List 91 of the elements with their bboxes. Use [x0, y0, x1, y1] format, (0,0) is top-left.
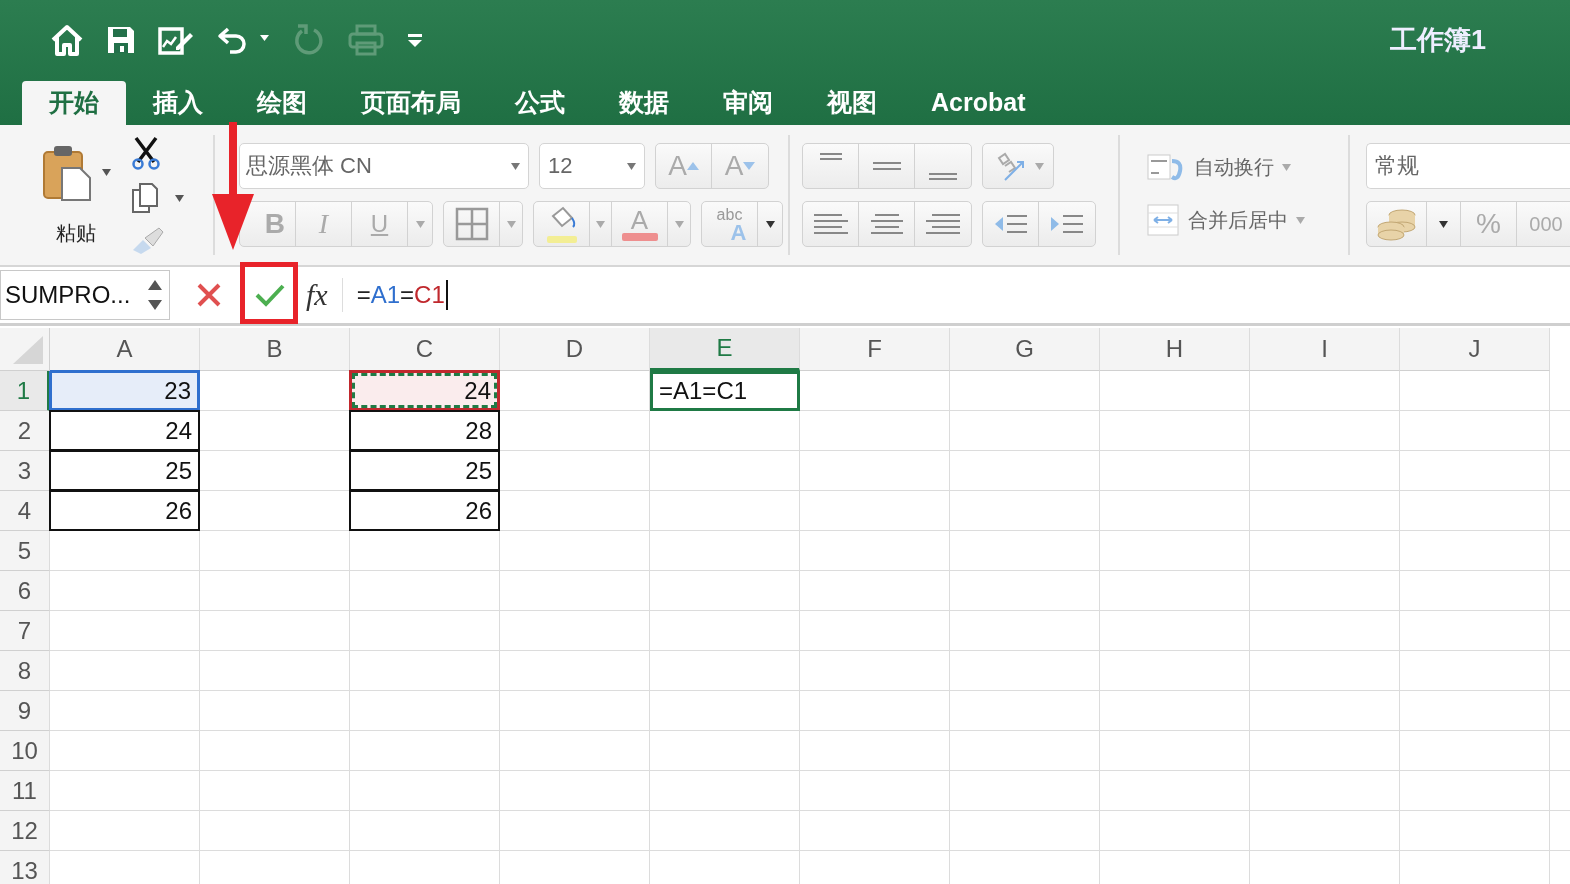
lines-icon	[872, 162, 901, 170]
table-cell[interactable]: 25	[349, 450, 500, 491]
dropdown-arrow-icon[interactable]	[174, 194, 184, 202]
customize-toolbar-icon[interactable]	[406, 32, 424, 48]
table-cell[interactable]: 26	[49, 490, 200, 531]
ribbon-tab[interactable]: 页面布局	[334, 81, 488, 125]
confirm-check-icon[interactable]	[254, 282, 286, 308]
edit-document-icon[interactable]	[158, 25, 194, 55]
up-triangle-icon	[686, 162, 699, 170]
color-bar-icon	[621, 233, 658, 241]
ribbon-tab[interactable]: 开始	[22, 81, 126, 125]
save-icon[interactable]	[106, 25, 136, 55]
ribbon-tab[interactable]: 审阅	[696, 81, 800, 125]
home-icon[interactable]	[50, 24, 84, 56]
column-header[interactable]: I	[1250, 328, 1400, 371]
workbook-title: 工作簿1	[1389, 24, 1486, 57]
row-header[interactable]: 6	[0, 571, 50, 611]
row-header[interactable]: 7	[0, 611, 50, 651]
wrap-text-button[interactable]: 自动换行	[1146, 153, 1334, 181]
caret-icon	[596, 220, 605, 228]
lines-icon	[926, 214, 960, 234]
column-header[interactable]: E	[650, 328, 800, 371]
lines-icon	[929, 172, 957, 180]
column-header[interactable]: A	[50, 328, 200, 371]
ribbon-tab[interactable]: Acrobat	[904, 81, 1053, 125]
table-cell[interactable]: 28	[349, 410, 500, 451]
column-header[interactable]: J	[1400, 328, 1550, 371]
dropdown-arrow-icon[interactable]	[511, 162, 520, 170]
caret-icon	[765, 220, 775, 228]
number-format-dropdown[interactable]: 常规	[1366, 143, 1570, 189]
table-cell[interactable]: 25	[49, 450, 200, 491]
undo-icon[interactable]	[216, 25, 270, 55]
row-header[interactable]: 9	[0, 691, 50, 731]
formula-input[interactable]: =A1=C1	[356, 280, 448, 310]
highlight-box	[240, 262, 298, 324]
cancel-icon[interactable]	[196, 282, 222, 308]
caret-icon	[506, 220, 516, 228]
scissors-icon[interactable]	[130, 136, 161, 170]
table-cell[interactable]: 23	[49, 370, 200, 411]
merge-center-button[interactable]: 合并后居中	[1146, 203, 1334, 237]
dropdown-arrow-icon[interactable]	[627, 162, 636, 170]
name-box[interactable]: SUMPRO...	[0, 270, 170, 320]
table-cell[interactable]: 26	[349, 490, 500, 531]
column-header[interactable]: C	[350, 328, 500, 371]
lines-icon	[813, 214, 848, 234]
font-size-dropdown[interactable]: 12	[539, 143, 645, 189]
merge-cells-icon	[1146, 203, 1180, 237]
dropdown-arrow-icon[interactable]	[101, 169, 111, 176]
table-cell[interactable]: 24	[349, 370, 500, 411]
text-cursor	[445, 280, 448, 310]
caret-icon	[674, 220, 684, 228]
ribbon-tab[interactable]: 视图	[800, 81, 904, 125]
column-header[interactable]: D	[500, 328, 650, 371]
indent-icon	[1049, 213, 1085, 235]
column-header[interactable]: B	[200, 328, 350, 371]
caret-icon	[1034, 162, 1044, 170]
active-cell[interactable]: =A1=C1	[650, 371, 800, 411]
copy-icon[interactable]	[130, 182, 159, 214]
paint-bucket-icon	[544, 204, 579, 244]
caret-icon	[1296, 216, 1305, 224]
paste-icon[interactable]	[41, 143, 92, 202]
caret-icon	[1439, 220, 1448, 228]
table-cell[interactable]: 24	[49, 410, 200, 451]
row-header[interactable]: 1	[0, 371, 50, 411]
paste-label: 粘贴	[56, 220, 96, 246]
row-header[interactable]: 13	[0, 851, 50, 884]
insert-function-button[interactable]: fx	[306, 278, 343, 312]
row-header[interactable]: 2	[0, 411, 50, 451]
row-header[interactable]: 12	[0, 811, 50, 851]
column-header[interactable]: F	[800, 328, 950, 371]
stepper-arrows-icon[interactable]	[147, 278, 163, 312]
row-header[interactable]: 8	[0, 651, 50, 691]
column-header[interactable]: G	[950, 328, 1100, 371]
caret-icon	[415, 220, 425, 228]
ribbon-tab[interactable]: 绘图	[230, 81, 334, 125]
coins-icon	[1375, 207, 1418, 241]
font-name-dropdown[interactable]: 思源黑体 CN	[239, 143, 529, 189]
row-header[interactable]: 5	[0, 531, 50, 571]
row-header[interactable]: 10	[0, 731, 50, 771]
ribbon-tab[interactable]: 数据	[592, 81, 696, 125]
caret-icon	[1282, 163, 1291, 171]
row-header[interactable]: 3	[0, 451, 50, 491]
row-header[interactable]: 11	[0, 771, 50, 811]
down-triangle-icon	[743, 162, 756, 170]
column-header[interactable]: H	[1100, 328, 1250, 371]
ribbon-tab[interactable]: 公式	[488, 81, 592, 125]
lines-icon	[870, 214, 903, 234]
row-header[interactable]: 4	[0, 491, 50, 531]
ribbon-tab[interactable]: 插入	[126, 81, 230, 125]
lines-icon	[819, 152, 842, 160]
grid-icon	[454, 207, 489, 241]
